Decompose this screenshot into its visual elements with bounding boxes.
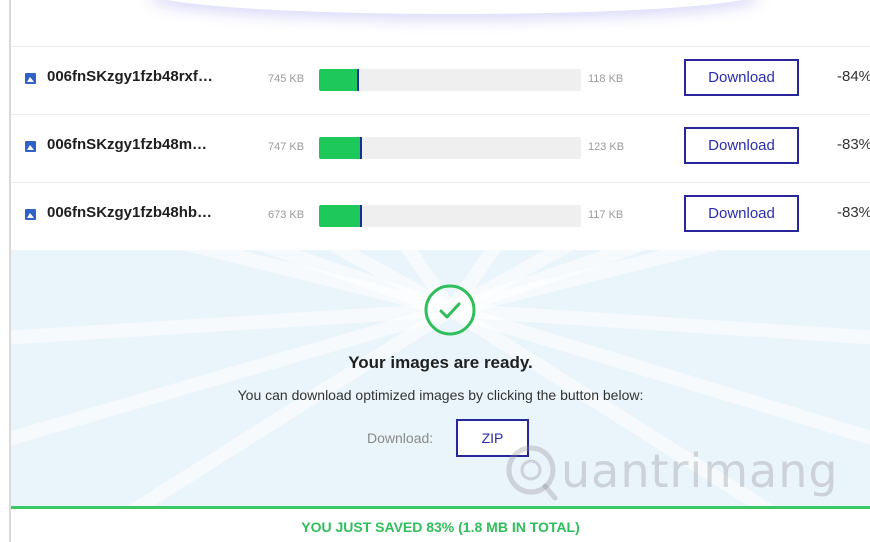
compressed-size: 123 KB (588, 141, 625, 153)
compressed-size: 118 KB (588, 73, 624, 85)
file-name: 006fnSKzgy1fzb48m… (47, 136, 208, 153)
compression-progress-bar (319, 205, 581, 227)
watermark-text: uantrimang (561, 444, 839, 498)
download-button[interactable]: Download (684, 195, 799, 232)
file-row: 006fnSKzgy1fzb48m… 747 KB 123 KB Downloa… (11, 114, 870, 182)
compression-progress-bar (319, 69, 581, 91)
total-savings-text: YOU JUST SAVED 83% (1.8 MB IN TOTAL) (301, 519, 580, 535)
images-ready-panel: Your images are ready. You can download … (11, 250, 870, 506)
ready-title: Your images are ready. (348, 353, 533, 372)
saving-percent: -83% (837, 204, 870, 221)
progress-fill (319, 69, 359, 91)
original-size: 747 KB (268, 141, 305, 153)
compressed-size: 117 KB (588, 209, 624, 221)
download-button[interactable]: Download (684, 59, 799, 96)
progress-fill (319, 205, 361, 227)
file-row: 006fnSKzgy1fzb48hb… 673 KB 117 KB Downlo… (11, 182, 870, 250)
top-card-shadow (150, 0, 760, 14)
progress-marker (359, 137, 362, 159)
file-name: 006fnSKzgy1fzb48hb… (47, 204, 213, 221)
saving-percent: -84% (837, 68, 870, 85)
original-size: 745 KB (268, 73, 305, 85)
lightbulb-icon (506, 445, 558, 501)
progress-marker (359, 205, 362, 227)
file-name: 006fnSKzgy1fzb48rxf… (47, 68, 213, 85)
check-circle-icon (424, 284, 476, 336)
original-size: 673 KB (268, 209, 305, 221)
saving-percent: -83% (837, 136, 870, 153)
image-file-icon (25, 209, 36, 220)
image-file-icon (25, 141, 36, 152)
progress-fill (319, 137, 361, 159)
ready-description: You can download optimized images by cli… (237, 387, 644, 403)
summary-divider (11, 506, 870, 509)
watermark-logo: uantrimang (501, 440, 838, 504)
progress-marker (357, 69, 360, 91)
compression-progress-bar (319, 137, 581, 159)
download-button[interactable]: Download (684, 127, 799, 164)
image-file-icon (25, 73, 36, 84)
file-row: 006fnSKzgy1fzb48rxf… 745 KB 118 KB Downl… (11, 46, 870, 114)
zip-download-label: Download: (367, 430, 434, 446)
